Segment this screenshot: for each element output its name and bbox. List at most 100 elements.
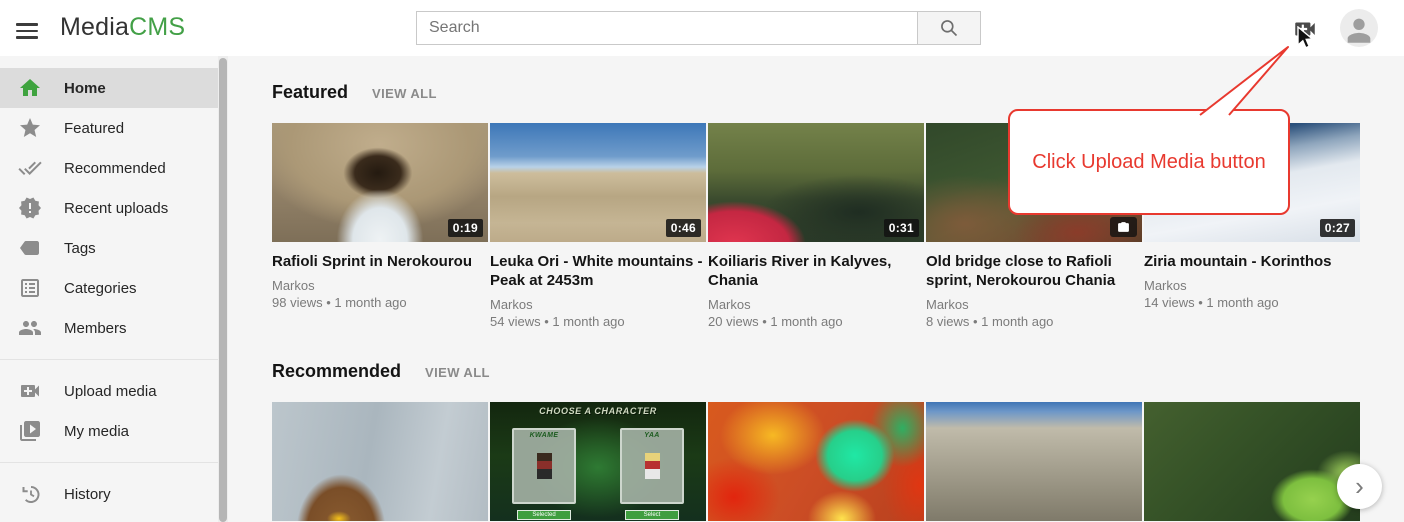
video-card: 0:31 Koiliaris River in Kalyves, Chania … <box>708 123 924 331</box>
thumb-overlay-text: Select <box>625 510 679 520</box>
search-icon <box>939 18 959 38</box>
video-author: Markos <box>490 296 706 313</box>
video-card <box>926 402 1142 521</box>
duration-badge: 0:27 <box>1320 219 1355 237</box>
video-call-icon <box>18 379 42 403</box>
thumb-overlay-text: YAA <box>622 432 682 439</box>
game-character <box>537 453 552 479</box>
tag-icon <box>18 236 42 260</box>
section-title-recommended: Recommended <box>272 361 401 382</box>
video-thumbnail[interactable]: 0:31 <box>708 123 924 242</box>
sidebar-item-label: History <box>64 486 111 503</box>
sidebar-item-label: Members <box>64 320 127 337</box>
sidebar-item-tags[interactable]: Tags <box>0 228 218 268</box>
video-card <box>708 402 924 521</box>
sidebar-item-recommended[interactable]: Recommended <box>0 148 218 188</box>
sidebar-divider <box>0 462 218 463</box>
person-icon <box>1342 13 1376 47</box>
video-card: 0:46 Leuka Ori - White mountains - Peak … <box>490 123 706 331</box>
recommended-row: CHOOSE A CHARACTER KWAME YAA Selected Se… <box>272 402 1404 521</box>
sidebar-item-history[interactable]: History <box>0 474 218 514</box>
video-card <box>1144 402 1360 521</box>
video-call-icon <box>1292 16 1318 42</box>
section-title-featured: Featured <box>272 82 348 103</box>
video-meta: 54 views • 1 month ago <box>490 313 706 331</box>
duration-badge: 0:31 <box>884 219 919 237</box>
search-bar <box>416 11 981 45</box>
search-input[interactable] <box>416 11 917 45</box>
video-author: Markos <box>1144 277 1360 294</box>
thumb-overlay-text: KWAME <box>514 432 574 439</box>
video-meta: 14 views • 1 month ago <box>1144 294 1360 312</box>
video-thumbnail[interactable]: 0:46 <box>490 123 706 242</box>
sidebar-scrollbar-thumb[interactable] <box>219 58 227 522</box>
video-title[interactable]: Ziria mountain - Korinthos <box>1144 252 1360 271</box>
thumb-overlay-panel: KWAME <box>512 428 576 504</box>
video-meta: 98 views • 1 month ago <box>272 294 488 312</box>
video-author: Markos <box>926 296 1142 313</box>
sidebar: Home Featured Recommended Recent uploads… <box>0 56 218 522</box>
sidebar-item-my-media[interactable]: My media <box>0 411 218 451</box>
duration-badge: 0:19 <box>448 219 483 237</box>
video-thumbnail[interactable] <box>1144 402 1360 521</box>
video-card <box>272 402 488 521</box>
sidebar-item-label: Categories <box>64 280 137 297</box>
sidebar-item-label: Upload media <box>64 383 157 400</box>
sidebar-item-label: Recent uploads <box>64 200 168 217</box>
user-avatar[interactable] <box>1340 9 1378 47</box>
sidebar-item-members[interactable]: Members <box>0 308 218 348</box>
sidebar-item-recent-uploads[interactable]: Recent uploads <box>0 188 218 228</box>
sidebar-item-home[interactable]: Home <box>0 68 218 108</box>
sidebar-item-categories[interactable]: Categories <box>0 268 218 308</box>
video-thumbnail[interactable] <box>272 402 488 521</box>
thumb-overlay-text: Selected <box>517 510 571 520</box>
camera-icon <box>1117 221 1130 234</box>
video-card: 0:19 Rafioli Sprint in Nerokourou Markos… <box>272 123 488 331</box>
video-thumbnail[interactable] <box>926 402 1142 521</box>
search-button[interactable] <box>917 11 981 45</box>
video-meta: 20 views • 1 month ago <box>708 313 924 331</box>
sidebar-item-label: My media <box>64 423 129 440</box>
duration-badge: 0:46 <box>666 219 701 237</box>
hamburger-menu-icon[interactable] <box>16 17 38 39</box>
sidebar-divider <box>0 359 218 360</box>
upload-media-button[interactable] <box>1291 16 1319 42</box>
video-author: Markos <box>272 277 488 294</box>
sidebar-item-label: Tags <box>64 240 96 257</box>
annotation-text: Click Upload Media button <box>1032 151 1265 174</box>
sidebar-item-label: Recommended <box>64 160 166 177</box>
thumb-overlay-text: CHOOSE A CHARACTER <box>490 406 706 416</box>
mediacms-app: MediaCMS Home Featured Recommended <box>0 0 1404 522</box>
annotation-callout: Click Upload Media button <box>1008 109 1290 215</box>
home-icon <box>18 76 42 100</box>
video-author: Markos <box>708 296 924 313</box>
game-character <box>645 453 660 479</box>
featured-view-all-link[interactable]: VIEW ALL <box>372 86 437 101</box>
recommended-section: Recommended VIEW ALL CHOOSE A CHARACTER … <box>272 361 1404 521</box>
logo-cms: CMS <box>129 13 185 41</box>
people-icon <box>18 316 42 340</box>
video-thumbnail[interactable]: 0:19 <box>272 123 488 242</box>
video-thumbnail[interactable]: CHOOSE A CHARACTER KWAME YAA Selected Se… <box>490 402 706 521</box>
sidebar-item-featured[interactable]: Featured <box>0 108 218 148</box>
video-card: CHOOSE A CHARACTER KWAME YAA Selected Se… <box>490 402 706 521</box>
video-title[interactable]: Rafioli Sprint in Nerokourou <box>272 252 488 271</box>
star-icon <box>18 116 42 140</box>
new-releases-icon <box>18 196 42 220</box>
video-title[interactable]: Koiliaris River in Kalyves, Chania <box>708 252 924 290</box>
video-meta: 8 views • 1 month ago <box>926 313 1142 331</box>
list-alt-icon <box>18 276 42 300</box>
sidebar-item-label: Featured <box>64 120 124 137</box>
sidebar-item-upload-media[interactable]: Upload media <box>0 371 218 411</box>
topbar: MediaCMS <box>0 0 1404 56</box>
logo[interactable]: MediaCMS <box>60 13 185 42</box>
chevron-right-icon: › <box>1355 471 1364 501</box>
camera-badge <box>1110 217 1137 237</box>
video-thumbnail[interactable] <box>708 402 924 521</box>
video-title[interactable]: Leuka Ori - White mountains - Peak at 24… <box>490 252 706 290</box>
thumb-overlay-panel: YAA <box>620 428 684 504</box>
recommended-view-all-link[interactable]: VIEW ALL <box>425 365 490 380</box>
logo-media: Media <box>60 13 129 41</box>
carousel-next-button[interactable]: › <box>1337 464 1382 509</box>
video-title[interactable]: Old bridge close to Rafioli sprint, Nero… <box>926 252 1142 290</box>
